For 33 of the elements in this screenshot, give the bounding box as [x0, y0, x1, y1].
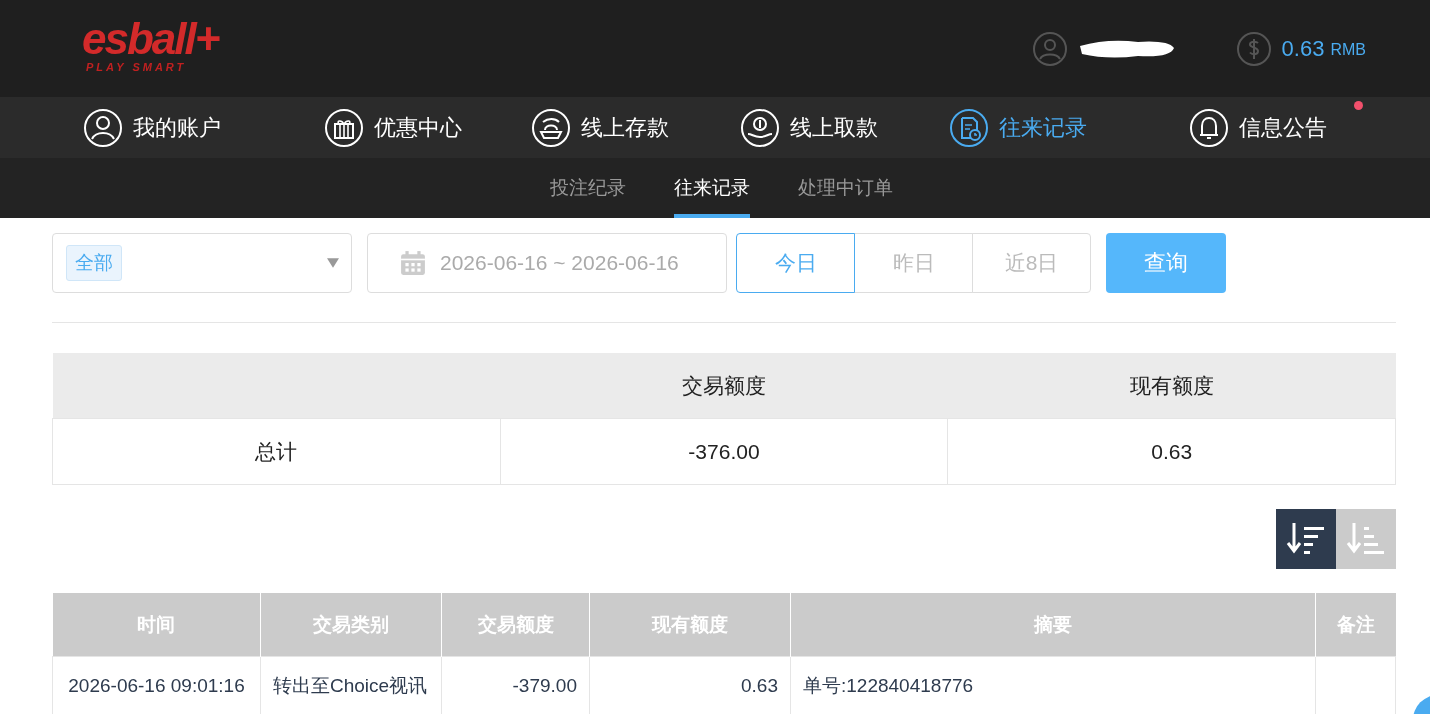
- table-cell: 0.63: [947, 418, 1396, 485]
- column-header: 交易额度: [500, 353, 948, 419]
- table-cell: 总计: [52, 418, 501, 485]
- table-cell: 2026-06-16 09:01:16: [52, 656, 261, 714]
- sub-tab[interactable]: 往来记录: [673, 158, 750, 218]
- nav-item[interactable]: 信息公告: [1189, 97, 1430, 158]
- sub-tab[interactable]: 投注纪录: [549, 158, 626, 218]
- sort-descending-button[interactable]: [1276, 509, 1336, 569]
- nav-item[interactable]: 线上存款: [531, 97, 741, 158]
- document-clock-icon: [948, 107, 989, 148]
- gift-icon: [323, 107, 364, 148]
- sub-tab[interactable]: 处理中订单: [797, 158, 893, 218]
- sort-icon: [1346, 521, 1386, 557]
- table-cell: 转出至Choice视讯: [260, 656, 442, 714]
- currency-label: RMB: [1330, 41, 1366, 59]
- nav-item[interactable]: 我的账户: [83, 97, 324, 158]
- table-cell: -379.00: [441, 656, 590, 714]
- column-header: 现有额度: [947, 353, 1396, 419]
- user-icon: [83, 107, 123, 148]
- table-cell: 0.63: [589, 656, 791, 714]
- user-icon: [1031, 30, 1068, 67]
- calendar-icon: [400, 250, 426, 276]
- sort-icon: [1286, 521, 1326, 557]
- table-cell: 单号:122840418776: [790, 656, 1316, 714]
- balance-amount: 0.63: [1281, 35, 1325, 62]
- table-cell: -376.00: [500, 418, 948, 485]
- nav-item[interactable]: 往来记录: [948, 97, 1190, 158]
- caret-icon: [327, 258, 339, 268]
- nav-item[interactable]: 优惠中心: [323, 97, 532, 158]
- logo[interactable]: esball+ PLAY SMART: [82, 16, 219, 73]
- bell-icon: [1189, 107, 1230, 148]
- dollar-icon: [1235, 30, 1272, 67]
- nav-item[interactable]: 线上取款: [740, 97, 949, 158]
